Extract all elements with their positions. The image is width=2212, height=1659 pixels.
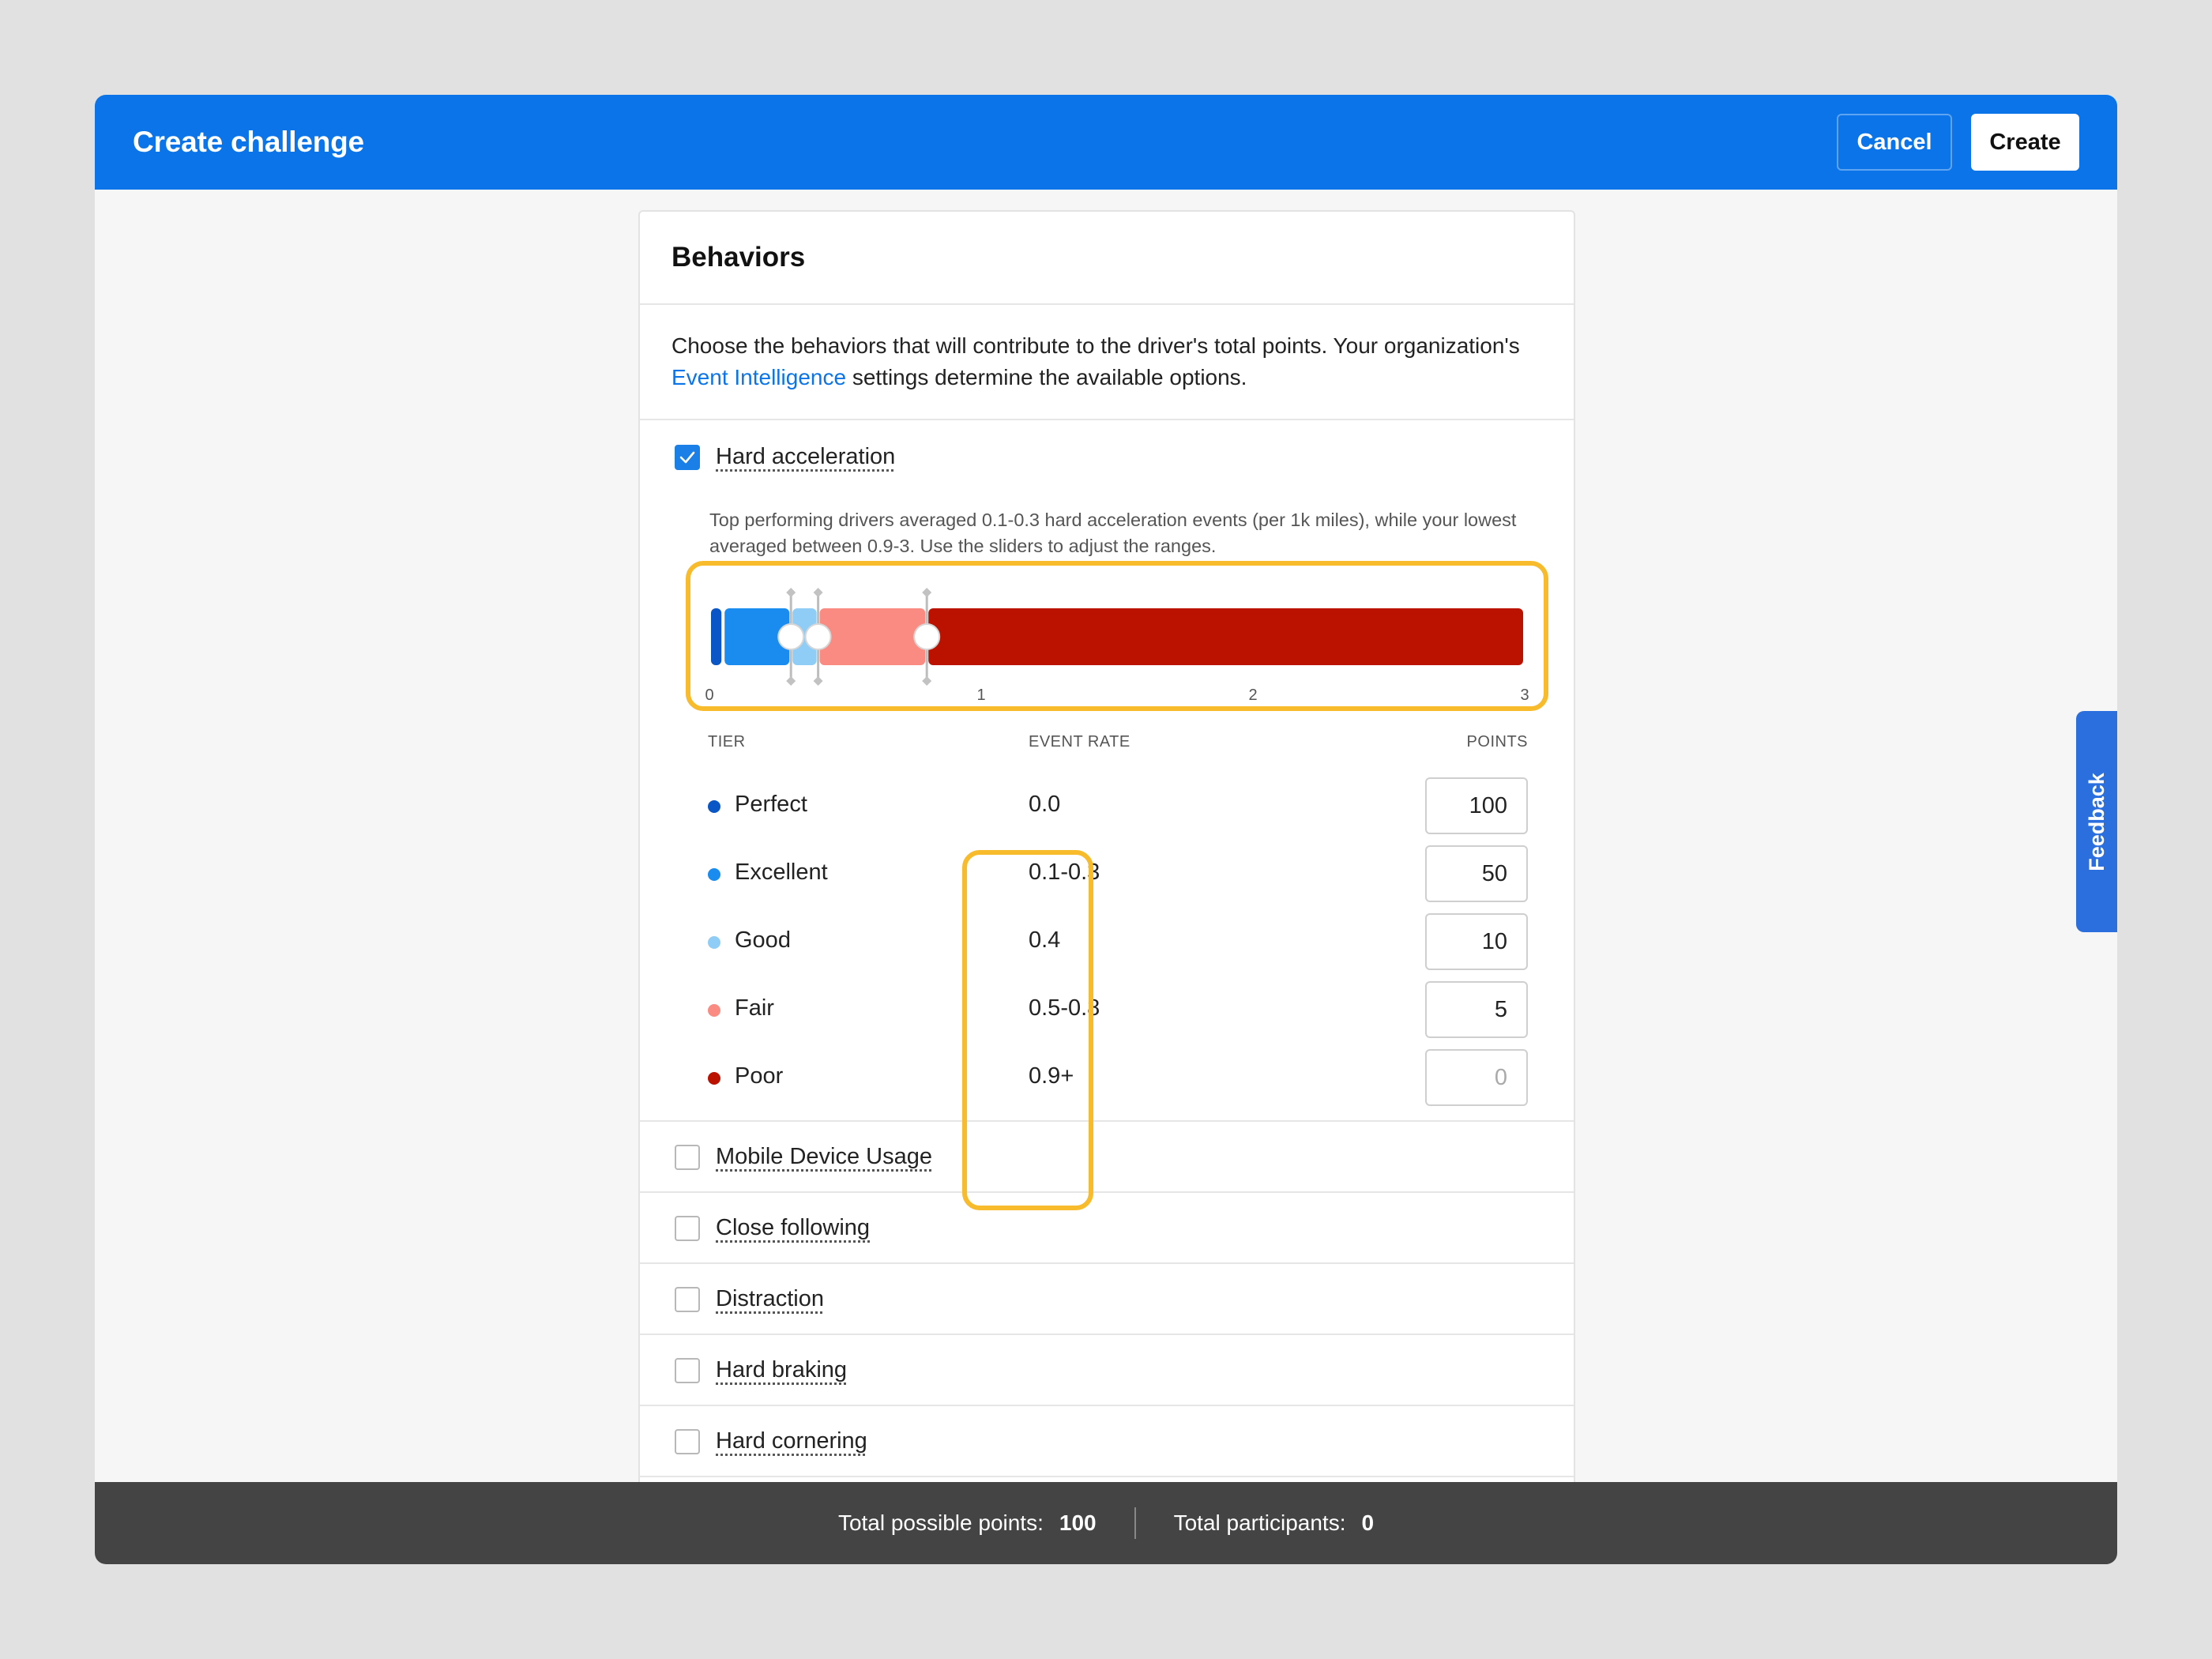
behavior-toggle: Distraction xyxy=(675,1286,824,1312)
header-actions: Cancel Create xyxy=(1837,114,2079,171)
total-points-label: Total possible points: xyxy=(837,1510,1044,1535)
slider-handle-marker xyxy=(922,676,932,686)
slider-handle-marker xyxy=(786,588,796,597)
summary-footer: Total possible points: 100 Total partici… xyxy=(95,1482,2117,1564)
tier-rate: 0.9+ xyxy=(1029,1063,1074,1089)
slider-tick-label: 0 xyxy=(705,687,713,704)
behavior-hard-cornering: Hard cornering xyxy=(640,1406,1574,1477)
tier-rate: 0.0 xyxy=(1029,792,1061,817)
tier-color-dot xyxy=(708,868,720,881)
intro-text-end: settings determine the available options… xyxy=(846,365,1247,389)
points-input-fair[interactable] xyxy=(1425,981,1528,1038)
behavior-toggle: Mobile Device Usage xyxy=(675,1144,932,1170)
points-input-good[interactable] xyxy=(1425,913,1528,970)
card-header: Behaviors xyxy=(640,212,1574,305)
footer-divider xyxy=(1134,1507,1136,1539)
mobile-device-usage-checkbox[interactable] xyxy=(675,1144,700,1170)
column-tier: TIER xyxy=(708,733,746,750)
close-following-checkbox[interactable] xyxy=(675,1215,700,1241)
slider-segment-poor xyxy=(928,608,1523,665)
behavior-close-following: Close following xyxy=(640,1193,1574,1264)
tier-row-perfect: Perfect 0.0 xyxy=(640,777,1574,834)
tier-row-poor: Poor 0.9+ xyxy=(640,1049,1574,1106)
tier-name: Excellent xyxy=(735,860,828,885)
tier-row-excellent: Excellent 0.1-0.3 xyxy=(640,845,1574,902)
app-window: Create challenge Cancel Create Behaviors… xyxy=(95,95,2117,1564)
behavior-hard-braking: Hard braking xyxy=(640,1335,1574,1406)
slider-segment-fair xyxy=(819,608,926,665)
behavior-label[interactable]: Close following xyxy=(716,1215,870,1241)
points-input-poor[interactable] xyxy=(1425,1049,1528,1106)
tier-name: Good xyxy=(735,927,791,953)
slider-handle-marker xyxy=(786,676,796,686)
total-participants-label: Total participants: xyxy=(1173,1510,1346,1535)
tier-color-dot xyxy=(708,936,720,949)
hard-braking-checkbox[interactable] xyxy=(675,1357,700,1383)
page-title: Create challenge xyxy=(133,126,364,158)
tier-row-fair: Fair 0.5-0.8 xyxy=(640,981,1574,1038)
event-intelligence-link[interactable]: Event Intelligence xyxy=(672,365,846,389)
slider-handle[interactable] xyxy=(913,623,941,650)
total-points-value: 100 xyxy=(1059,1510,1097,1535)
behavior-mobile-device-usage: Mobile Device Usage xyxy=(640,1122,1574,1193)
intro-text-start: Choose the behaviors that will contribut… xyxy=(672,333,1520,358)
tier-rate: 0.1-0.3 xyxy=(1029,860,1100,885)
behavior-label[interactable]: Mobile Device Usage xyxy=(716,1144,932,1170)
slider-segment-perfect xyxy=(711,608,722,665)
create-button[interactable]: Create xyxy=(1971,114,2079,171)
slider-handle-marker xyxy=(922,588,932,597)
hard-cornering-checkbox[interactable] xyxy=(675,1428,700,1454)
slider-tick-label: 2 xyxy=(1248,687,1257,704)
tier-rate: 0.5-0.8 xyxy=(1029,995,1100,1021)
slider-handle[interactable] xyxy=(804,623,832,650)
tier-name: Poor xyxy=(735,1063,784,1089)
total-participants-value: 0 xyxy=(1361,1510,1375,1535)
distraction-checkbox[interactable] xyxy=(675,1286,700,1312)
behavior-toggle: Close following xyxy=(675,1215,870,1241)
points-input-excellent[interactable] xyxy=(1425,845,1528,902)
card-title: Behaviors xyxy=(672,242,806,273)
tier-name: Fair xyxy=(735,995,774,1021)
behavior-label[interactable]: Hard braking xyxy=(716,1357,847,1383)
cancel-button[interactable]: Cancel xyxy=(1837,114,1952,171)
slider-tick-label: 3 xyxy=(1520,687,1529,704)
tier-row-good: Good 0.4 xyxy=(640,913,1574,970)
slider-tick-label: 1 xyxy=(976,687,985,704)
behavior-label[interactable]: Hard cornering xyxy=(716,1428,867,1454)
behavior-distraction: Distraction xyxy=(640,1264,1574,1335)
slider-handle-marker xyxy=(813,588,823,597)
behavior-label[interactable]: Distraction xyxy=(716,1286,824,1312)
slider-handle-marker xyxy=(813,676,823,686)
points-input-perfect[interactable] xyxy=(1425,777,1528,834)
tier-range-slider[interactable]: 0 1 2 3 xyxy=(640,420,1575,736)
tier-name: Perfect xyxy=(735,792,807,817)
intro-text: Choose the behaviors that will contribut… xyxy=(640,305,1574,420)
tier-color-dot xyxy=(708,1004,720,1017)
column-event-rate: EVENT RATE xyxy=(1029,733,1130,750)
feedback-label: Feedback xyxy=(2084,772,2109,871)
slider-handle[interactable] xyxy=(777,623,805,650)
tier-rate: 0.4 xyxy=(1029,927,1061,953)
tier-color-dot xyxy=(708,800,720,813)
tier-color-dot xyxy=(708,1072,720,1085)
behavior-hard-acceleration: Hard acceleration Top performing drivers… xyxy=(640,420,1574,1122)
column-points: POINTS xyxy=(1466,733,1528,750)
feedback-tab[interactable]: Feedback xyxy=(2076,711,2117,932)
behavior-toggle: Hard cornering xyxy=(675,1428,867,1454)
top-bar: Create challenge Cancel Create xyxy=(95,95,2117,190)
behavior-toggle: Hard braking xyxy=(675,1357,847,1383)
behaviors-card: Behaviors Choose the behaviors that will… xyxy=(638,210,1575,1564)
